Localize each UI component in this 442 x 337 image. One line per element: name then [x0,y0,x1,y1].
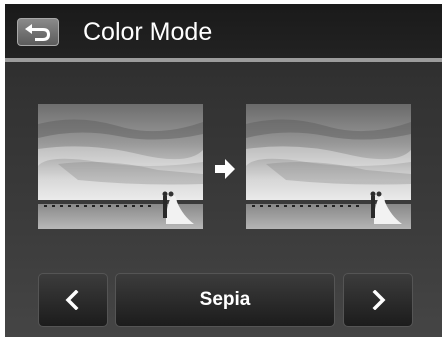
camera-screen: Color Mode Sepia [5,4,442,337]
arrow-right-icon [215,159,235,179]
color-mode-selector[interactable]: Sepia [115,273,335,327]
next-mode-button[interactable] [343,273,413,327]
return-arrow-icon [25,24,50,41]
current-mode-label: Sepia [199,289,251,310]
back-button[interactable] [17,18,59,46]
header-bar: Color Mode [5,4,442,58]
chevron-left-icon [65,290,79,310]
page-title: Color Mode [83,18,213,46]
header-divider [5,58,442,62]
previous-mode-button[interactable] [38,273,108,327]
preview-photo [246,104,411,229]
chevron-right-icon [372,290,386,310]
original-photo [38,104,203,229]
